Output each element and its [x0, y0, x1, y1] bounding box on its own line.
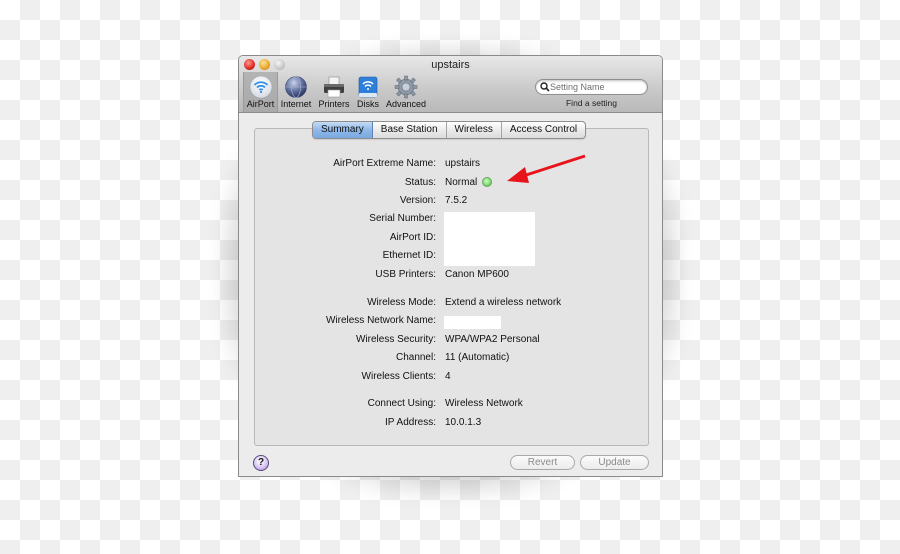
field-value: Wireless Network	[445, 398, 523, 409]
toolbar-item-label: AirPort	[246, 99, 275, 109]
field-value-wrap: Normal	[445, 177, 493, 188]
toolbar-item-internet[interactable]: Internet	[278, 72, 314, 112]
titlebar: upstairs AirPort Internet Printers Disks…	[239, 56, 662, 113]
tab-summary[interactable]: Summary	[313, 122, 373, 138]
field-label: Wireless Network Name:	[325, 315, 436, 326]
field-row-channel: Channel: 11 (Automatic)	[239, 352, 662, 366]
tab-base-station[interactable]: Base Station	[373, 122, 447, 138]
field-label: Connect Using:	[367, 398, 436, 409]
field-label: Wireless Mode:	[367, 297, 436, 308]
field-label: Status:	[404, 177, 436, 188]
search-icon	[540, 82, 550, 92]
field-label: USB Printers:	[375, 269, 436, 280]
field-label: AirPort ID:	[389, 232, 436, 243]
field-label: Version:	[399, 195, 436, 206]
window-title: upstairs	[431, 59, 470, 71]
field-row-ip-address: IP Address: 10.0.1.3	[239, 417, 662, 431]
printer-icon	[324, 76, 344, 98]
field-label: Wireless Clients:	[361, 371, 436, 382]
field-row-name: AirPort Extreme Name: upstairs	[239, 158, 662, 172]
airport-wifi-icon	[249, 75, 272, 99]
help-button[interactable]: ?	[253, 455, 269, 471]
update-button[interactable]: Update	[580, 455, 649, 470]
field-label: IP Address:	[385, 417, 436, 428]
field-row-airport-id: AirPort ID:	[239, 232, 662, 246]
gear-icon	[394, 75, 418, 99]
field-label: AirPort Extreme Name:	[333, 158, 436, 169]
field-row-version: Version: 7.5.2	[239, 195, 662, 209]
toolbar-item-airport[interactable]: AirPort	[243, 72, 278, 112]
field-label: Serial Number:	[369, 213, 436, 224]
field-row-clients: Wireless Clients: 4	[239, 371, 662, 385]
disk-icon	[358, 76, 378, 98]
airport-utility-window: upstairs AirPort Internet Printers Disks…	[238, 55, 663, 477]
tab-wireless[interactable]: Wireless	[447, 122, 502, 138]
toolbar-item-advanced[interactable]: Advanced	[385, 72, 427, 112]
toolbar-item-label: Advanced	[385, 99, 427, 109]
field-row-ethernet-id: Ethernet ID:	[239, 250, 662, 264]
setting-search-field[interactable]	[535, 79, 648, 95]
field-row-connect-using: Connect Using: Wireless Network	[239, 398, 662, 412]
search-input[interactable]	[550, 80, 642, 94]
toolbar-item-disks[interactable]: Disks	[352, 72, 384, 112]
field-value: WPA/WPA2 Personal	[445, 334, 540, 345]
field-value: 7.5.2	[445, 195, 468, 206]
field-label: Ethernet ID:	[382, 250, 436, 261]
toolbar-item-label: Internet	[280, 99, 312, 109]
field-label: Channel:	[395, 352, 436, 363]
field-value: upstairs	[445, 158, 481, 169]
field-value: Extend a wireless network	[445, 297, 562, 308]
field-value: 10.0.1.3	[445, 417, 482, 428]
field-value: 4	[445, 371, 451, 382]
field-label: Wireless Security:	[355, 334, 436, 345]
field-value: Canon MP600	[445, 269, 509, 280]
status-indicator-icon	[482, 177, 493, 187]
tab-bar: Summary Base Station Wireless Access Con…	[312, 121, 587, 139]
red-arrow-annotation-icon	[507, 154, 586, 183]
field-row-serial: Serial Number:	[239, 213, 662, 227]
toolbar-item-printers[interactable]: Printers	[316, 72, 352, 112]
field-row-network-name: Wireless Network Name:	[239, 315, 662, 329]
field-row-wireless-mode: Wireless Mode: Extend a wireless network	[239, 297, 662, 311]
tab-access-control[interactable]: Access Control	[502, 122, 585, 138]
field-value: 11 (Automatic)	[445, 352, 510, 363]
field-row-status: Status: Normal	[239, 177, 662, 191]
toolbar-item-label: Printers	[318, 99, 350, 109]
search-caption: Find a setting	[565, 98, 618, 108]
field-row-security: Wireless Security: WPA/WPA2 Personal	[239, 334, 662, 348]
globe-icon	[285, 76, 307, 98]
status-value: Normal	[445, 177, 478, 188]
field-row-usb-printers: USB Printers: Canon MP600	[239, 269, 662, 283]
revert-button[interactable]: Revert	[510, 455, 575, 470]
toolbar-item-label: Disks	[357, 99, 379, 109]
